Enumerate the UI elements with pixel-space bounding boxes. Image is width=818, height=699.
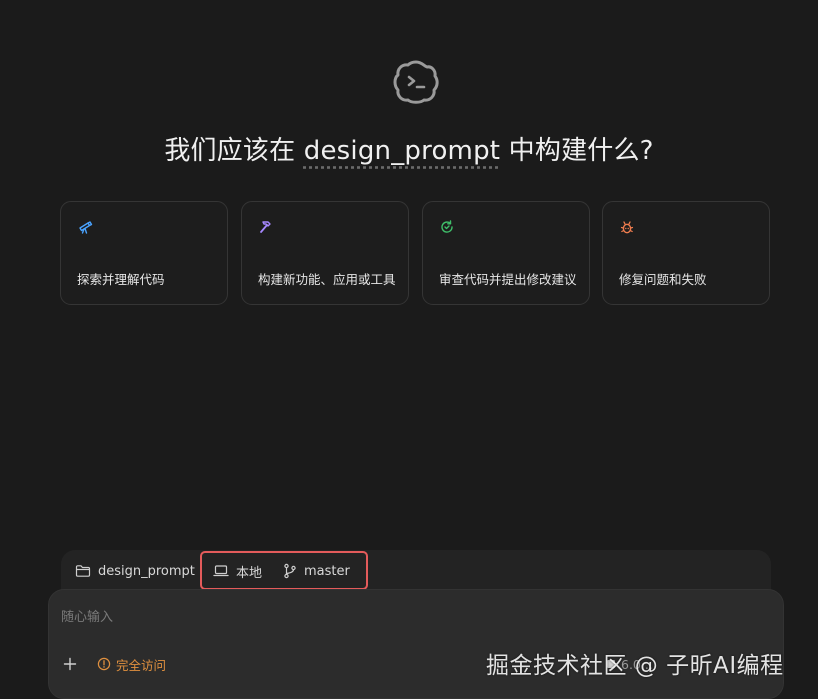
suggestion-cards: 探索并理解代码 构建新功能、应用或工具 审查代码并提出修改建议 修复问题和失败 [60, 201, 772, 307]
card-review-code[interactable]: 审查代码并提出修改建议 [422, 201, 590, 305]
hammer-icon [258, 219, 274, 235]
title-suffix: 中构建什么? [500, 136, 654, 166]
bug-icon [619, 219, 635, 235]
folder-name: design_prompt [98, 563, 195, 579]
title-prefix: 我们应该在 [164, 136, 304, 166]
page-title: 我们应该在 design_prompt 中构建什么? [0, 130, 818, 167]
card-label: 审查代码并提出修改建议 [439, 272, 577, 287]
telescope-icon [77, 219, 93, 235]
card-explore-code[interactable]: 探索并理解代码 [60, 201, 228, 305]
message-input[interactable]: 随心输入 [61, 606, 113, 625]
card-label: 探索并理解代码 [77, 272, 165, 287]
review-refresh-icon [439, 219, 455, 235]
folder-selector[interactable]: design_prompt [75, 550, 195, 592]
plus-icon [63, 657, 77, 671]
card-build-feature[interactable]: 构建新功能、应用或工具 [241, 201, 409, 305]
app-logo-icon [391, 57, 441, 107]
card-fix-issues[interactable]: 修复问题和失败 [602, 201, 770, 305]
card-label: 构建新功能、应用或工具 [258, 272, 396, 287]
card-label: 修复问题和失败 [619, 272, 707, 287]
composer: 随心输入 完全访问 6.0... [48, 589, 784, 699]
watermark: 掘金技术社区 @ 子昕AI编程 [486, 653, 784, 679]
repo-name[interactable]: design_prompt [304, 136, 500, 166]
access-label: 完全访问 [116, 657, 167, 673]
folder-icon [75, 565, 91, 577]
warning-icon [97, 657, 111, 671]
highlight-annotation [200, 551, 368, 590]
add-attachment-button[interactable] [62, 656, 78, 672]
access-mode-button[interactable]: 完全访问 [97, 654, 166, 674]
